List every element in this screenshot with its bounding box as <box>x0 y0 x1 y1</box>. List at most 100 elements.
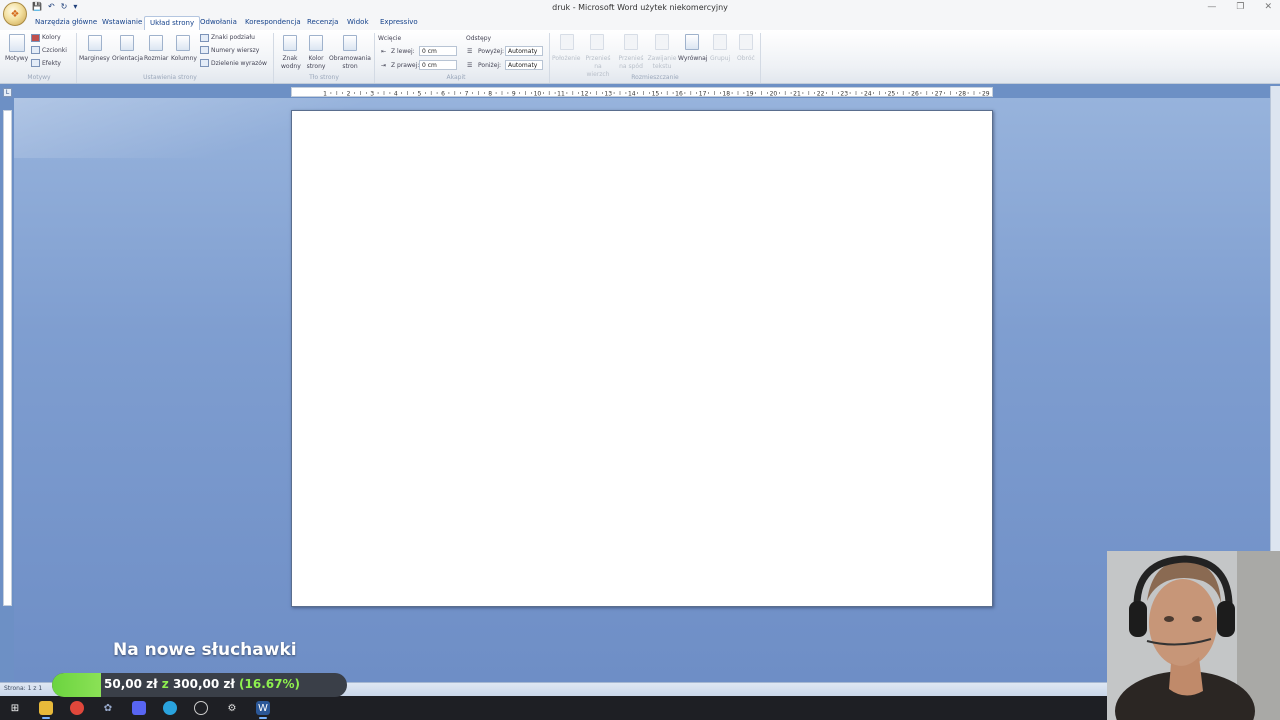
indent-right-label: Z prawej: <box>391 62 420 69</box>
donation-current: 50,00 zł <box>104 677 158 691</box>
ruler-tick-label: 15 <box>652 91 660 98</box>
page-color-button[interactable]: Kolor strony <box>305 55 327 71</box>
ruler-tick-label: 12 <box>581 91 589 98</box>
start-icon[interactable]: ⊞ <box>8 701 22 715</box>
obs-icon[interactable] <box>194 701 208 715</box>
ribbon-tabs: Narzędzia główne Wstawianie Układ strony… <box>0 16 1280 30</box>
settings-icon[interactable]: ⚙ <box>225 701 239 715</box>
columns-button[interactable]: Kolumny <box>171 55 197 62</box>
page-borders-button[interactable]: Obramowania stron <box>329 55 371 71</box>
align-button[interactable]: Wyrównaj <box>678 55 707 62</box>
group-divider <box>549 33 550 83</box>
tab-widok[interactable]: Widok <box>347 18 369 26</box>
document-page[interactable] <box>291 110 993 607</box>
send-backward-icon <box>624 34 638 50</box>
effects-button[interactable]: Efekty <box>42 60 61 67</box>
donation-progress-fill <box>52 673 102 697</box>
title-bar: 💾 ↶ ↻ ▾ druk - Microsoft Word użytek nie… <box>0 0 1280 16</box>
orientation-button[interactable]: Orientacja <box>112 55 143 62</box>
word-icon[interactable]: W <box>256 701 270 719</box>
ruler-tick-label: 21 <box>793 91 801 98</box>
watermark-icon <box>283 35 297 51</box>
line-numbers-icon <box>200 46 209 54</box>
indent-left-label: Z lewej: <box>391 48 415 55</box>
ruler-tick-label: 14 <box>628 91 636 98</box>
position-button[interactable]: Położenie <box>552 55 580 62</box>
browser-icon[interactable] <box>70 701 84 715</box>
file-explorer-icon[interactable] <box>39 701 53 719</box>
webcam-overlay <box>1107 551 1280 720</box>
ruler-tick-label: 24 <box>864 91 872 98</box>
minimize-icon[interactable]: — <box>1207 2 1216 12</box>
donation-percent: (16.67%) <box>239 677 300 691</box>
watermark-button[interactable]: Znak wodny <box>281 55 301 71</box>
donation-separator: z <box>161 677 169 691</box>
ribbon: Motywy Kolory Czcionki Efekty Motywy Mar… <box>0 30 1280 84</box>
position-icon <box>560 34 574 50</box>
spacing-after-icon: ☰ <box>467 62 473 69</box>
bring-forward-button[interactable]: Przenieś na wierzch <box>583 55 613 79</box>
discord-icon[interactable] <box>132 701 146 715</box>
group-objects-button[interactable]: Grupuj <box>710 55 730 62</box>
themes-button-label[interactable]: Motywy <box>5 55 28 62</box>
size-button[interactable]: Rozmiar <box>144 55 168 62</box>
ruler-tick-label: 3 <box>370 91 374 98</box>
ruler-tick-label: 9 <box>512 91 516 98</box>
spacing-before-input[interactable]: Automaty <box>505 46 543 56</box>
tab-wstawianie[interactable]: Wstawianie <box>102 18 142 26</box>
spacing-section-label: Odstępy <box>466 35 492 42</box>
ruler-ticks: 1 2 3 4 5 6 7 8 9 10 11 12 13 14 15 16 17 18 19 20 21 22 23 24 2… <box>323 91 990 98</box>
ruler-tick-label: 29 <box>982 91 990 98</box>
indent-left-icon: ⇤ <box>381 48 387 55</box>
tab-korespondencja[interactable]: Korespondencja <box>245 18 301 26</box>
send-backward-button[interactable]: Przenieś na spód <box>616 55 646 71</box>
tab-narzedzia-glowne[interactable]: Narzędzia główne <box>35 18 97 26</box>
breaks-button[interactable]: Znaki podziału <box>211 34 255 41</box>
close-icon[interactable]: ✕ <box>1264 2 1272 12</box>
ruler-tick-label: 19 <box>746 91 754 98</box>
tab-recenzja[interactable]: Recenzja <box>307 18 338 26</box>
indent-right-input[interactable]: 0 cm <box>419 60 457 70</box>
hyphenation-button[interactable]: Dzielenie wyrazów <box>211 60 267 67</box>
tab-expressivo[interactable]: Expressivo <box>380 18 418 26</box>
rotate-button[interactable]: Obróć <box>737 55 755 62</box>
spacing-after-input[interactable]: Automaty <box>505 60 543 70</box>
maximize-icon[interactable]: ❐ <box>1236 2 1244 12</box>
window-title: druk - Microsoft Word użytek niekomercyj… <box>552 3 728 12</box>
ruler-tick-label: 1 <box>323 91 327 98</box>
group-label-akapit: Akapit <box>446 74 466 81</box>
horizontal-ruler[interactable]: 1 2 3 4 5 6 7 8 9 10 11 12 13 14 15 16 17 18 19 20 21 22 23 24 2… <box>291 87 993 98</box>
ruler-tick-label: 22 <box>817 91 825 98</box>
ruler-tick-label: 13 <box>604 91 612 98</box>
colors-button[interactable]: Kolory <box>42 34 61 41</box>
margins-button[interactable]: Marginesy <box>79 55 110 62</box>
app-icon[interactable]: ✿ <box>101 701 115 715</box>
page-borders-icon <box>343 35 357 51</box>
group-label-ustawienia: Ustawienia strony <box>143 74 197 81</box>
ruler-tick-label: 6 <box>441 91 445 98</box>
ruler-tick-label: 18 <box>722 91 730 98</box>
themes-icon[interactable] <box>9 34 25 52</box>
donation-goal: 300,00 zł <box>172 677 235 691</box>
vertical-ruler[interactable] <box>3 110 12 606</box>
tab-odwolania[interactable]: Odwołania <box>200 18 237 26</box>
window-controls: — ❐ ✕ <box>1207 2 1272 12</box>
fonts-button[interactable]: Czcionki <box>42 47 67 54</box>
bring-forward-icon <box>590 34 604 50</box>
tab-selector-icon[interactable]: L <box>3 88 12 97</box>
page-count-status[interactable]: Strona: 1 z 1 <box>4 685 42 692</box>
telegram-icon[interactable] <box>163 701 177 715</box>
group-label-motywy: Motywy <box>27 74 51 81</box>
size-icon <box>149 35 163 51</box>
ruler-tick-label: 16 <box>675 91 683 98</box>
align-icon <box>685 34 699 50</box>
line-numbers-button[interactable]: Numery wierszy <box>211 47 259 54</box>
indent-left-input[interactable]: 0 cm <box>419 46 457 56</box>
text-wrap-button[interactable]: Zawijanie tekstu <box>647 55 677 71</box>
office-button[interactable]: ❖ <box>3 2 27 26</box>
tab-uklad-strony[interactable]: Układ strony <box>144 16 201 30</box>
text-wrap-icon <box>655 34 669 50</box>
columns-icon <box>176 35 190 51</box>
ruler-tick-label: 28 <box>958 91 966 98</box>
webcam-person-image <box>1107 551 1280 720</box>
